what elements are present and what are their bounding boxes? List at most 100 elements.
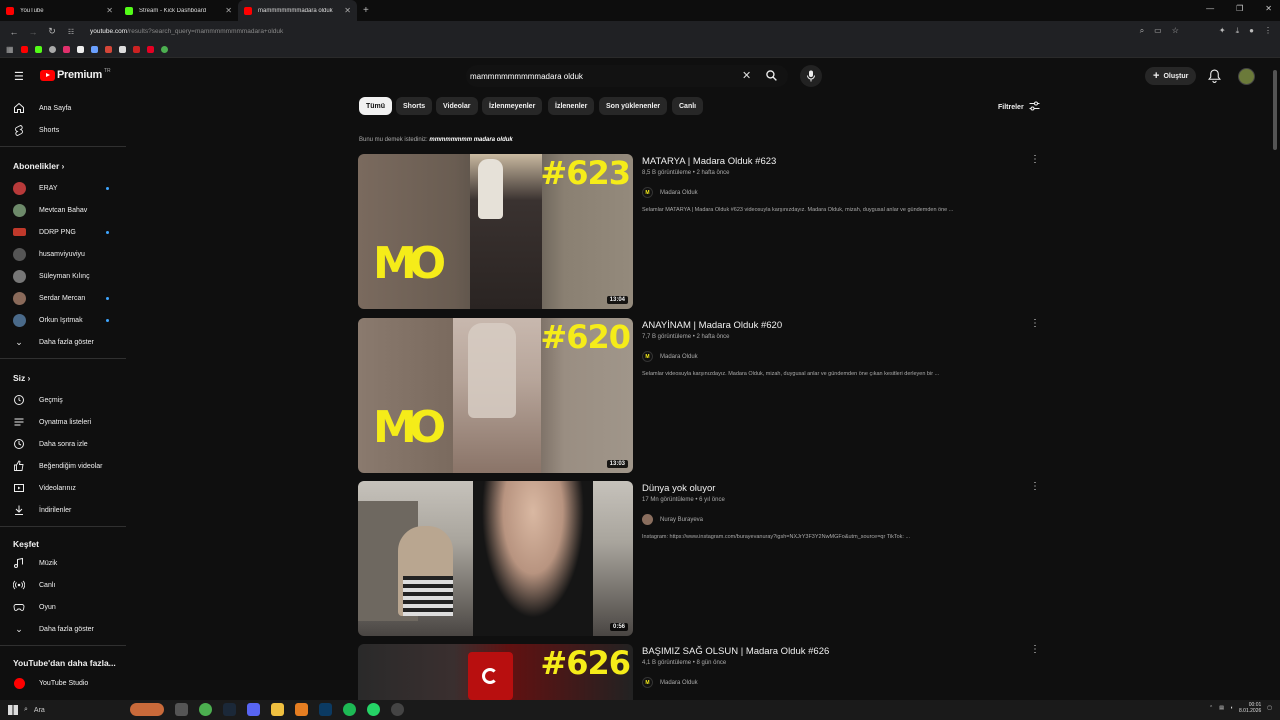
- bookmark-chrome-icon[interactable]: [160, 46, 168, 53]
- app-icon[interactable]: [295, 703, 308, 716]
- search-result[interactable]: MO #620 13:03 ANAYİNAM | Madara Olduk #6…: [358, 318, 1048, 473]
- cast-icon[interactable]: ▭: [1154, 26, 1162, 36]
- create-button[interactable]: + Oluştur: [1145, 67, 1197, 85]
- search-result[interactable]: MO #623 13:04 MATARYA | Madara Olduk #62…: [358, 154, 1048, 309]
- file-explorer-icon[interactable]: [271, 703, 284, 716]
- scrollbar-thumb[interactable]: [1273, 70, 1277, 150]
- taskbar-search[interactable]: ⌕ Ara: [24, 703, 124, 717]
- bookmark-youtube-icon[interactable]: [20, 46, 28, 53]
- chip-watched[interactable]: İzlenenler: [548, 97, 595, 115]
- reload-icon[interactable]: ↻: [47, 26, 57, 37]
- menu-icon[interactable]: ☰: [14, 70, 24, 83]
- close-window-icon[interactable]: ✕: [1265, 4, 1272, 13]
- close-tab-icon[interactable]: ✕: [225, 6, 232, 15]
- search-input[interactable]: [466, 71, 726, 81]
- task-view-icon[interactable]: [175, 703, 188, 716]
- bookmark-star-icon[interactable]: ☆: [1172, 26, 1179, 36]
- sidebar-item-home[interactable]: Ana Sayfa: [0, 97, 128, 119]
- video-thumbnail[interactable]: MO #620 13:03: [358, 318, 633, 473]
- sidebar-item-subscription[interactable]: DDRP PNG: [0, 221, 128, 243]
- page-scrollbar[interactable]: [1272, 62, 1278, 698]
- spotify-icon[interactable]: [343, 703, 356, 716]
- sidebar-item-subscription[interactable]: ERAY: [0, 177, 128, 199]
- more-actions-icon[interactable]: ⋮: [1030, 481, 1040, 492]
- photoshop-icon[interactable]: [319, 703, 332, 716]
- sidebar-item-subscription[interactable]: husamviyuviyu: [0, 243, 128, 265]
- network-icon[interactable]: ▤: [1219, 705, 1224, 711]
- news-widget-icon[interactable]: [130, 703, 164, 716]
- bookmark-twitch-icon[interactable]: [90, 46, 98, 53]
- sidebar-item-studio[interactable]: YouTube Studio: [0, 672, 128, 694]
- restore-icon[interactable]: ❐: [1236, 4, 1243, 13]
- sidebar-item-music[interactable]: Müzik: [0, 552, 128, 574]
- video-thumbnail[interactable]: 0:56: [358, 481, 633, 636]
- channel-link[interactable]: M Madara Olduk: [642, 187, 698, 198]
- channel-link[interactable]: M Madara Olduk: [642, 351, 698, 362]
- bookmark-gmail-icon[interactable]: [104, 46, 112, 53]
- volume-icon[interactable]: ◖: [1230, 705, 1233, 711]
- bookmark-globe-icon[interactable]: [48, 46, 56, 53]
- video-thumbnail[interactable]: #626: [358, 644, 633, 700]
- chip-unwatched[interactable]: İzlenmeyenler: [482, 97, 543, 115]
- sidebar-item-live[interactable]: Canlı: [0, 574, 128, 596]
- chip-shorts[interactable]: Shorts: [396, 97, 433, 115]
- search-result[interactable]: 0:56 Dünya yok oluyor 17 Mn görüntüleme …: [358, 481, 1048, 636]
- close-tab-icon[interactable]: ✕: [344, 6, 351, 15]
- clock[interactable]: 00:01 8.01.2026: [1239, 702, 1261, 714]
- video-title[interactable]: BAŞIMIZ SAĞ OLSUN | Madara Olduk #626: [642, 646, 829, 657]
- subscriptions-heading[interactable]: Abonelikler ›: [13, 161, 64, 171]
- sidebar-item-shorts[interactable]: Shorts: [0, 119, 128, 141]
- tray-chevron-icon[interactable]: ⌃: [1209, 705, 1213, 711]
- sidebar-item-playlists[interactable]: Oynatma listeleri: [0, 411, 128, 433]
- did-you-mean-link[interactable]: mmmmmmmm madara olduk: [429, 137, 512, 143]
- bookmark-pinterest-icon[interactable]: [146, 46, 154, 53]
- browser-tab-kick[interactable]: Stream - Kick Dashboard ✕: [119, 0, 238, 21]
- whatsapp-icon[interactable]: [367, 703, 380, 716]
- account-avatar[interactable]: [1238, 68, 1255, 85]
- you-heading[interactable]: Siz ›: [13, 373, 30, 383]
- bookmark-red-icon[interactable]: [132, 46, 140, 53]
- voice-search-icon[interactable]: [800, 65, 822, 87]
- video-title[interactable]: MATARYA | Madara Olduk #623: [642, 156, 776, 167]
- browser-menu-icon[interactable]: ⋮: [1264, 26, 1272, 36]
- chip-live[interactable]: Canlı: [672, 97, 704, 115]
- filters-button[interactable]: Filtreler: [998, 101, 1040, 113]
- chip-all[interactable]: Tümü: [359, 97, 393, 115]
- minimize-icon[interactable]: —: [1206, 4, 1214, 13]
- site-info-icon[interactable]: ☷: [66, 28, 76, 36]
- video-title[interactable]: Dünya yok oluyor: [642, 483, 715, 494]
- chip-videos[interactable]: Videolar: [436, 97, 478, 115]
- bookmark-x-icon[interactable]: [118, 46, 126, 53]
- youtube-premium-logo[interactable]: Premium TR: [40, 68, 111, 81]
- browser-tab-youtube[interactable]: YouTube ✕: [0, 0, 119, 21]
- sidebar-item-subscription[interactable]: Süleyman Kılınç: [0, 265, 128, 287]
- sidebar-item-downloads[interactable]: İndirilenler: [0, 499, 128, 521]
- windows-start-icon[interactable]: [8, 705, 18, 715]
- sidebar-item-subscription[interactable]: Serdar Mercan: [0, 287, 128, 309]
- back-icon[interactable]: ←: [9, 27, 19, 37]
- notifications-bell-icon[interactable]: [1208, 69, 1221, 88]
- downloads-bar-icon[interactable]: ⤓: [1236, 26, 1240, 36]
- sidebar-item-your-videos[interactable]: Videolarınız: [0, 477, 128, 499]
- sidebar-item-watch-later[interactable]: Daha sonra izle: [0, 433, 128, 455]
- sidebar-show-more-explore[interactable]: ⌄ Daha fazla göster: [0, 618, 128, 640]
- new-tab-icon[interactable]: +: [363, 5, 369, 16]
- bookmark-tiktok-icon[interactable]: [76, 46, 84, 53]
- zoom-icon[interactable]: ⌕: [1140, 26, 1144, 36]
- more-actions-icon[interactable]: ⋮: [1030, 644, 1040, 655]
- more-actions-icon[interactable]: ⋮: [1030, 154, 1040, 165]
- notification-center-icon[interactable]: ▢: [1267, 705, 1272, 711]
- sidebar-item-gaming[interactable]: Oyun: [0, 596, 128, 618]
- more-actions-icon[interactable]: ⋮: [1030, 318, 1040, 329]
- bookmark-kick-icon[interactable]: [34, 46, 42, 53]
- sidebar-item-history[interactable]: Geçmiş: [0, 389, 128, 411]
- search-result[interactable]: #626 BAŞIMIZ SAĞ OLSUN | Madara Olduk #6…: [358, 644, 1048, 700]
- channel-link[interactable]: Nuray Burayeva: [642, 514, 703, 525]
- apps-icon[interactable]: ▦: [6, 45, 14, 54]
- extensions-icon[interactable]: ✦: [1219, 26, 1226, 36]
- sidebar-show-more[interactable]: ⌄ Daha fazla göster: [0, 331, 128, 353]
- sidebar-item-subscription[interactable]: Mevtcan Bahav: [0, 199, 128, 221]
- search-icon[interactable]: [765, 69, 778, 87]
- obs-icon[interactable]: [391, 703, 404, 716]
- profile-icon[interactable]: ●: [1249, 26, 1254, 36]
